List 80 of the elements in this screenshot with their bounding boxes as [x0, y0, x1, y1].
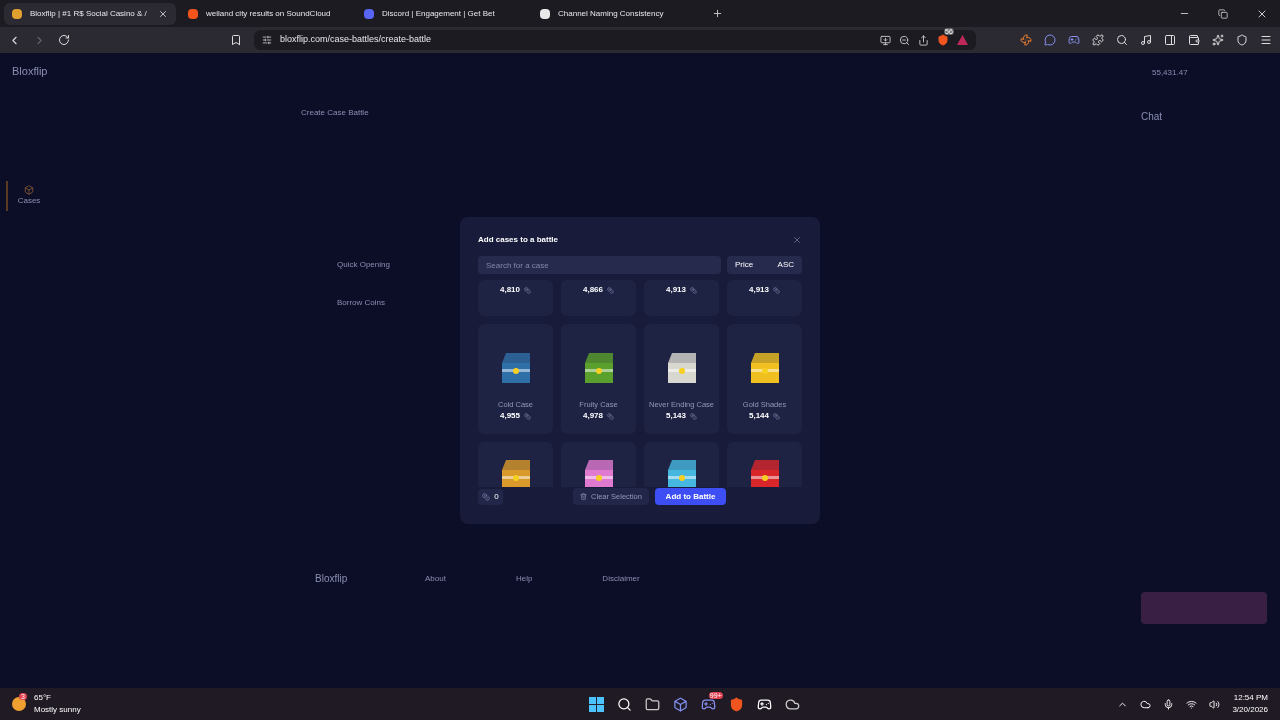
sort-dropdown[interactable]: Price ASC: [727, 256, 802, 274]
zoom-out-icon[interactable]: [899, 34, 910, 46]
case-price: 4,810: [500, 284, 520, 296]
coin-icon: [524, 286, 531, 294]
wallet-icon[interactable]: [1188, 34, 1200, 46]
box-icon: [24, 185, 34, 195]
cloud-icon[interactable]: [1140, 698, 1152, 710]
extensions-icon[interactable]: [1092, 34, 1104, 46]
folder-icon[interactable]: [644, 696, 660, 712]
browser-tab[interactable]: Bloxflip | #1 R$ Social Casino & /: [4, 2, 176, 25]
bookmark-icon[interactable]: [230, 34, 242, 46]
microphone-icon[interactable]: [1163, 698, 1175, 710]
menu-icon[interactable]: [1260, 34, 1272, 46]
gamepad-icon[interactable]: [756, 696, 772, 712]
case-price: 4,955: [500, 410, 520, 422]
reload-icon[interactable]: [58, 34, 70, 46]
close-tab-icon[interactable]: [158, 8, 168, 19]
search-icon[interactable]: [1116, 34, 1128, 46]
coin-icon: [482, 492, 491, 501]
sidebar-item[interactable]: Cases: [6, 181, 50, 211]
search-icon[interactable]: [616, 696, 632, 712]
chat-icon[interactable]: [1044, 34, 1056, 46]
install-icon[interactable]: [880, 34, 891, 46]
share-icon[interactable]: [918, 34, 929, 46]
temperature: 65°F: [34, 692, 52, 704]
music-icon[interactable]: [1140, 34, 1152, 46]
triangle-icon[interactable]: [957, 35, 968, 45]
case-price: 4,913: [749, 284, 769, 296]
balance: 55,431.47: [1151, 67, 1189, 79]
coin-icon: [690, 412, 697, 420]
footer-heading: About: [425, 572, 446, 585]
option-label: Borrow Coins: [337, 297, 385, 309]
windows-start-icon[interactable]: [588, 696, 604, 712]
footer-logo: Bloxflip: [315, 572, 349, 586]
volume-icon[interactable]: [1209, 698, 1221, 710]
browser-tab[interactable]: Discord | Engagement | Get Bet: [356, 2, 528, 25]
clock-time[interactable]: 12:54 PM: [1233, 692, 1268, 704]
footer-heading: Help: [515, 572, 533, 585]
case-price: 4,866: [583, 284, 603, 296]
case-price: 5,144: [749, 410, 769, 422]
coin-icon: [607, 412, 614, 420]
search-field[interactable]: Search for a case: [478, 256, 721, 274]
case-card[interactable]: 4,810: [478, 280, 553, 316]
case-price: 4,978: [583, 410, 603, 422]
shield-icon[interactable]: [937, 34, 949, 46]
dialog-title: Add cases to a battle: [478, 234, 559, 246]
coin-icon: [607, 286, 614, 294]
selected-count: 0: [478, 488, 503, 505]
coin-icon: [773, 286, 780, 294]
option-label: Quick Opening: [337, 259, 390, 271]
coin-icon: [773, 412, 780, 420]
restore-icon[interactable]: [1218, 8, 1228, 19]
case-card[interactable]: 4,913: [644, 280, 719, 316]
sparkles-icon[interactable]: [1212, 34, 1224, 46]
site-logo[interactable]: Bloxflip: [12, 62, 48, 80]
case-price: 5,143: [666, 410, 686, 422]
case-card[interactable]: 4,913: [727, 280, 802, 316]
case-card[interactable]: [478, 442, 553, 487]
coin-icon: [690, 286, 697, 294]
new-tab-icon[interactable]: [712, 8, 723, 19]
browser-tab[interactable]: weiland city results on SoundCloud: [180, 2, 352, 25]
weather-text: Mostly sunny: [34, 704, 81, 716]
clock-date[interactable]: 3/20/2026: [1232, 704, 1268, 716]
case-card[interactable]: [727, 442, 802, 487]
case-card[interactable]: [644, 442, 719, 487]
chat-title: Chat: [1141, 110, 1164, 124]
sidebar-icon[interactable]: [1164, 34, 1176, 46]
browser-tab[interactable]: Channel Naming Consistency: [532, 2, 704, 25]
page-title: Create Case Battle: [301, 107, 370, 119]
footer-heading: Disclaimer: [602, 572, 640, 585]
case-price: 4,913: [666, 284, 686, 296]
close-icon[interactable]: [792, 235, 802, 245]
coin-icon: [524, 412, 531, 420]
add-to-battle-button[interactable]: Add to Battle: [655, 488, 726, 505]
site-info-icon[interactable]: [262, 35, 272, 45]
case-card[interactable]: 4,866: [561, 280, 636, 316]
wifi-icon[interactable]: [1186, 698, 1198, 710]
fan-icon[interactable]: [1020, 34, 1032, 46]
trash-icon: [580, 493, 588, 500]
case-card[interactable]: [561, 442, 636, 487]
